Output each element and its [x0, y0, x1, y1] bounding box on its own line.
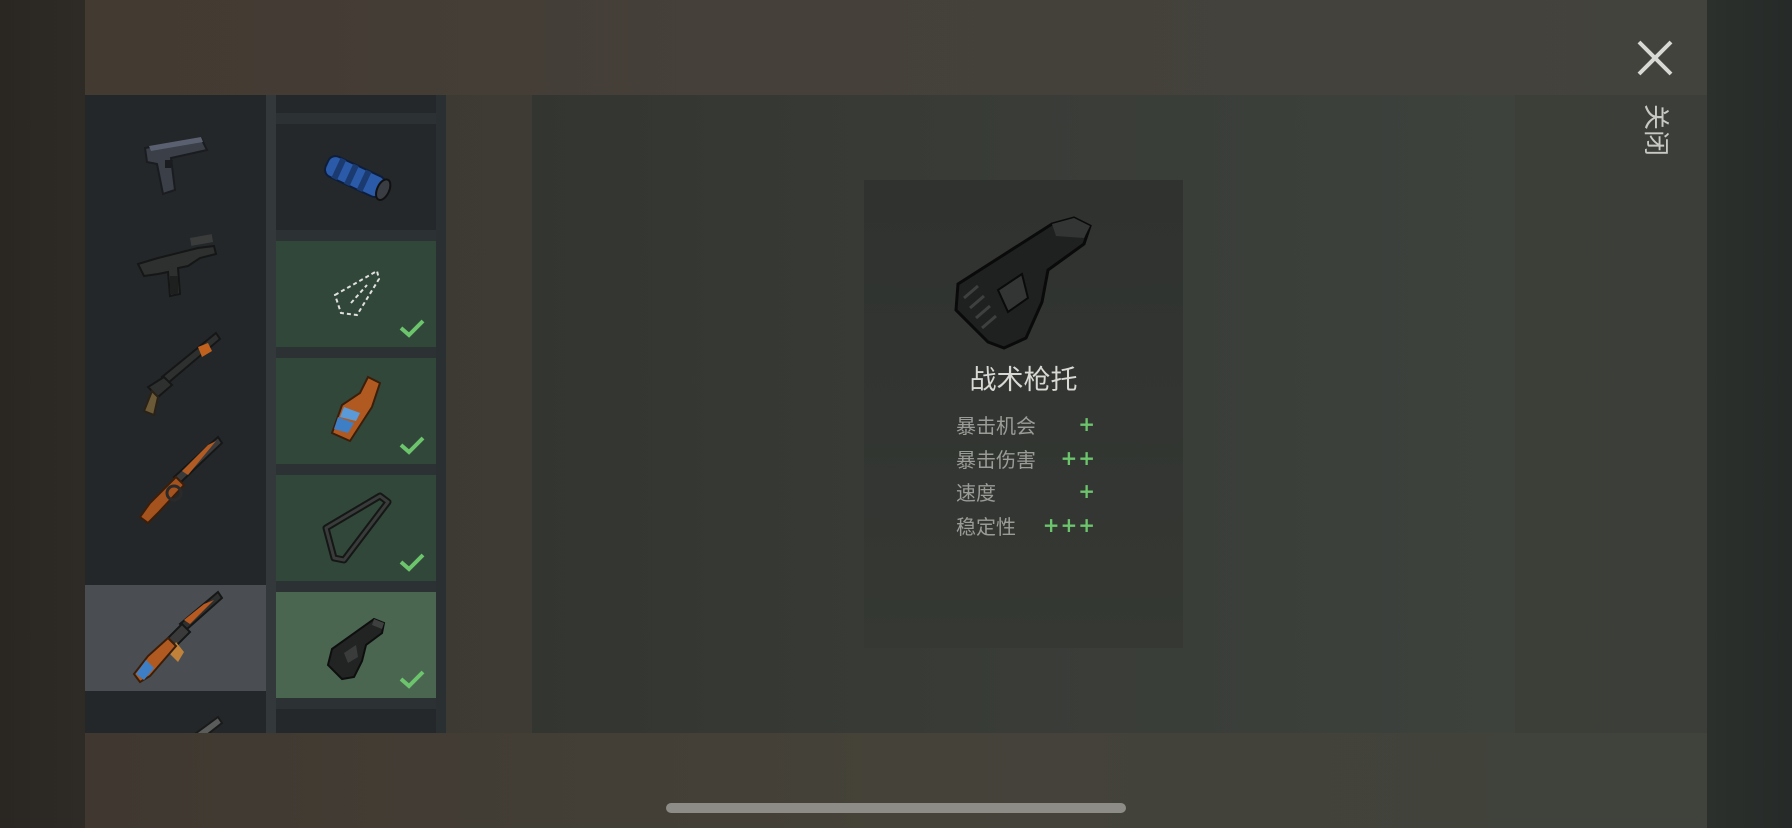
- attachment-slot-skeleton-stock[interactable]: [276, 475, 436, 581]
- ak-rifle-icon: [132, 590, 223, 684]
- tactical-stock-icon: [326, 617, 386, 681]
- attachment-slot-hidden-top[interactable]: [276, 95, 436, 113]
- attachment-list[interactable]: [276, 95, 446, 733]
- equipped-check-icon: [399, 553, 425, 572]
- weapon-slot-lever-rifle[interactable]: [85, 428, 266, 534]
- stat-row-crit-damage: 暴击伤害 ++: [956, 443, 1096, 473]
- equipped-check-icon: [399, 319, 425, 338]
- stat-value: +: [1078, 479, 1096, 503]
- weapon-slot-shotgun[interactable]: [85, 322, 266, 428]
- stat-value: +++: [1042, 513, 1096, 537]
- close-icon[interactable]: [1635, 38, 1675, 78]
- shotgun-icon: [142, 331, 221, 417]
- selection-arrow: [248, 618, 266, 654]
- equipped-check-icon: [399, 436, 425, 455]
- equipped-check-icon: [399, 670, 425, 689]
- stat-label: 暴击机会: [956, 413, 1036, 438]
- stat-label: 稳定性: [956, 514, 1016, 539]
- stat-row-crit-chance: 暴击机会 +: [956, 409, 1096, 439]
- wooden-stock-icon: [330, 375, 382, 443]
- lever-rifle-icon: [138, 435, 223, 525]
- weapon-list[interactable]: [85, 95, 266, 733]
- stat-value: ++: [1060, 446, 1096, 470]
- weapon-slot-uzi[interactable]: [85, 216, 266, 322]
- item-name: 战术枪托: [969, 365, 1078, 396]
- rifle-partial-icon: [193, 715, 223, 733]
- stat-value: +: [1078, 412, 1096, 436]
- stat-label: 速度: [956, 480, 996, 505]
- attachment-slot-empty-stock[interactable]: [276, 241, 436, 347]
- weapon-slot-ak-rifle[interactable]: [85, 585, 266, 691]
- screen-edge-right: [1707, 0, 1792, 828]
- suppressor-icon: [323, 155, 392, 201]
- list-divider: [266, 95, 276, 733]
- empty-stock-outline-icon: [333, 269, 381, 317]
- stat-row-speed: 速度 +: [956, 476, 1096, 506]
- game-screen: 战术枪托 暴击机会 + 暴击伤害 ++ 速度 + 稳定性 +++ 关闭: [0, 0, 1792, 828]
- close-button-label[interactable]: 关闭: [1640, 104, 1670, 156]
- attachment-slot-tactical-stock[interactable]: [276, 592, 436, 698]
- attachment-slot-hidden-bottom[interactable]: [276, 709, 436, 733]
- top-band: [85, 0, 1707, 95]
- stat-row-stability: 稳定性 +++: [956, 510, 1096, 540]
- stat-label: 暴击伤害: [956, 447, 1036, 472]
- weapon-slot-rifle-partial[interactable]: [85, 691, 266, 733]
- screen-edge-left: [0, 0, 85, 828]
- attachment-slot-wooden-stock[interactable]: [276, 358, 436, 464]
- home-indicator[interactable]: [666, 803, 1126, 813]
- tactical-stock-icon: [954, 216, 1092, 350]
- skeleton-stock-icon: [322, 492, 392, 564]
- bottom-band: [85, 733, 1707, 828]
- uzi-icon: [136, 234, 217, 298]
- pistol-icon: [143, 136, 208, 196]
- attachment-list-edge: [436, 95, 446, 733]
- weapon-slot-pistol[interactable]: [85, 110, 266, 216]
- attachment-slot-suppressor[interactable]: [276, 124, 436, 230]
